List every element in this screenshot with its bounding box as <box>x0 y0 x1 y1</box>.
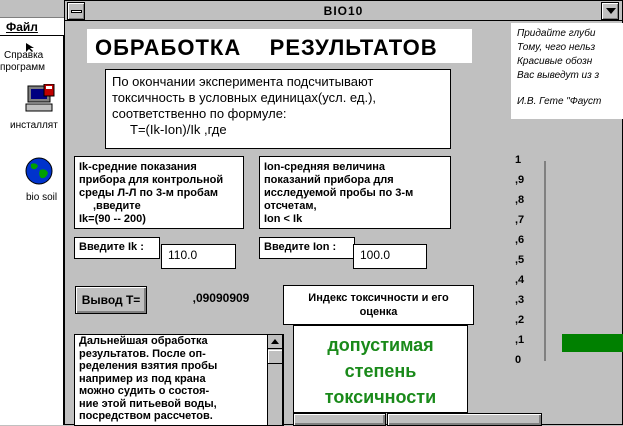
desktop-icon-bio-soil[interactable]: bio soil <box>4 156 62 206</box>
formula-description: По окончании эксперимента подсчитывают т… <box>105 69 451 149</box>
desktop-icon-installer[interactable]: инсталлят <box>4 83 64 134</box>
scroll-thumb[interactable] <box>268 350 282 364</box>
formula-text: T=(Ik-Ion)/Ik ,где <box>130 122 227 137</box>
gauge-ticks: 1 ,9 ,8 ,7 ,6 ,5 ,4 ,3 ,2 ,1 0 <box>515 151 539 371</box>
program-manager-titlebar <box>0 0 64 18</box>
further-line: можно судить о состоя- <box>79 385 210 397</box>
menu-file[interactable]: Файл <box>0 18 64 36</box>
ik-line: Ik-средние показания <box>79 161 197 173</box>
window-title: BIO10 <box>323 4 364 18</box>
gauge-tick-label: ,8 <box>515 194 525 206</box>
further-scrollbar[interactable] <box>267 334 283 426</box>
ion-description: Ion-средняя величина показаний прибора д… <box>259 156 451 229</box>
gauge-axis-line <box>544 161 546 361</box>
ik-range: Ik=(90 -- 200) <box>79 213 146 225</box>
formula-line: По окончании эксперимента подсчитывают <box>112 74 374 89</box>
quote-line: Тому, чего нельз <box>517 42 596 53</box>
main-window: BIO10 ОБРАБОТКА РЕЗУЛЬТАТОВ Придайте глу… <box>64 0 623 426</box>
ik-input-label: Введите Ik : <box>74 237 160 259</box>
further-line: Дальнейшая обработка <box>79 335 208 347</box>
further-line: например из под крана <box>79 372 206 385</box>
quote-line: Красивые обозн <box>517 56 593 67</box>
gauge-tick-label: ,6 <box>515 234 525 246</box>
ion-input[interactable]: 100.0 <box>353 244 427 269</box>
further-line: ние этой питьевой воды, <box>79 397 217 410</box>
desktop-icon-help-label: Справка <box>4 50 44 61</box>
gauge-tick-label: 1 <box>515 154 522 166</box>
gauge-tick-label: 0 <box>515 354 522 366</box>
rating-line: степень <box>344 361 417 381</box>
bottom-button-left[interactable] <box>293 413 386 426</box>
ion-line: исследуемой пробы по 3-м <box>264 187 414 199</box>
desktop-icon-bio-soil-label: bio soil <box>26 192 58 203</box>
toxicity-index-header: Индекс токсичности и его оценка <box>283 285 474 325</box>
further-processing-text[interactable]: Дальнейшая обработка результатов. После … <box>74 334 284 426</box>
ik-line: прибора для контрольной <box>79 174 224 186</box>
chevron-down-icon <box>606 8 616 14</box>
desktop-icon-help-label2: программ <box>0 62 46 73</box>
desktop-icon-installer-label: инсталлят <box>10 120 58 131</box>
gauge-level-bar <box>562 333 623 352</box>
gauge-tick-label: ,1 <box>515 334 525 346</box>
ion-input-label: Введите Ion : <box>259 237 355 259</box>
gauge-tick-label: ,3 <box>515 294 525 306</box>
toxicity-value: ,09090909 <box>192 291 250 305</box>
index-header-line: Индекс токсичности и его <box>308 292 449 304</box>
gauge-tick-label: ,5 <box>515 254 525 266</box>
gauge-tick-label: ,7 <box>515 214 525 226</box>
quote-author: И.В. Гете "Фауст <box>517 96 602 107</box>
minimize-button[interactable] <box>601 2 619 20</box>
gauge-tick-label: ,2 <box>515 314 525 326</box>
desktop-icon-help[interactable]: Справка программ <box>0 40 62 76</box>
bottom-button-right[interactable] <box>387 413 542 426</box>
formula-line: токсичность в условных единицах(усл. ед.… <box>112 90 377 105</box>
chevron-up-icon <box>271 339 279 344</box>
ik-line: среды Л-Л по 3-м пробам <box>79 187 219 199</box>
title-bar: BIO10 <box>65 1 622 21</box>
further-line: результатов. После оп- <box>79 347 206 360</box>
formula-line: соответственно по формуле: <box>112 106 287 121</box>
ik-line: ,введите <box>93 200 141 212</box>
gauge-tick-label: ,4 <box>515 274 525 286</box>
further-line: посредством рассчетов. <box>79 410 213 422</box>
toxicity-rating: допустимая степень токсичности <box>293 325 468 413</box>
epigraph-quote: Придайте глуби Тому, чего нельз Красивые… <box>511 23 623 119</box>
further-line: ределения взятия пробы <box>79 360 218 372</box>
installer-computer-icon <box>24 83 56 114</box>
help-pointer-icon <box>24 40 38 52</box>
quote-line: Придайте глуби <box>517 28 596 39</box>
ion-line: Ion-средняя величина <box>264 161 386 173</box>
ion-condition: Ion < Ik <box>264 213 303 225</box>
program-manager-strip: Файл Справка программ инсталлят bio soil <box>0 0 64 425</box>
scroll-up-button[interactable] <box>268 335 282 349</box>
quote-line: Вас выведут из з <box>517 70 600 81</box>
rating-line: токсичности <box>324 387 437 407</box>
ion-line: отсчетам, <box>264 200 317 212</box>
gauge-tick-label: ,9 <box>515 174 525 186</box>
rating-line: допустимая <box>327 335 434 355</box>
page-heading: ОБРАБОТКА РЕЗУЛЬТАТОВ <box>87 29 472 63</box>
ik-input[interactable]: 110.0 <box>161 244 236 269</box>
ik-description: Ik-средние показания прибора для контрол… <box>74 156 244 229</box>
index-header-line: оценка <box>359 306 398 318</box>
output-t-button[interactable]: Вывод T= <box>75 286 147 314</box>
ion-line: показаний прибора для <box>264 174 394 186</box>
globe-icon <box>24 156 54 186</box>
toxicity-gauge: 1 ,9 ,8 ,7 ,6 ,5 ,4 ,3 ,2 ,1 0 <box>495 151 623 371</box>
